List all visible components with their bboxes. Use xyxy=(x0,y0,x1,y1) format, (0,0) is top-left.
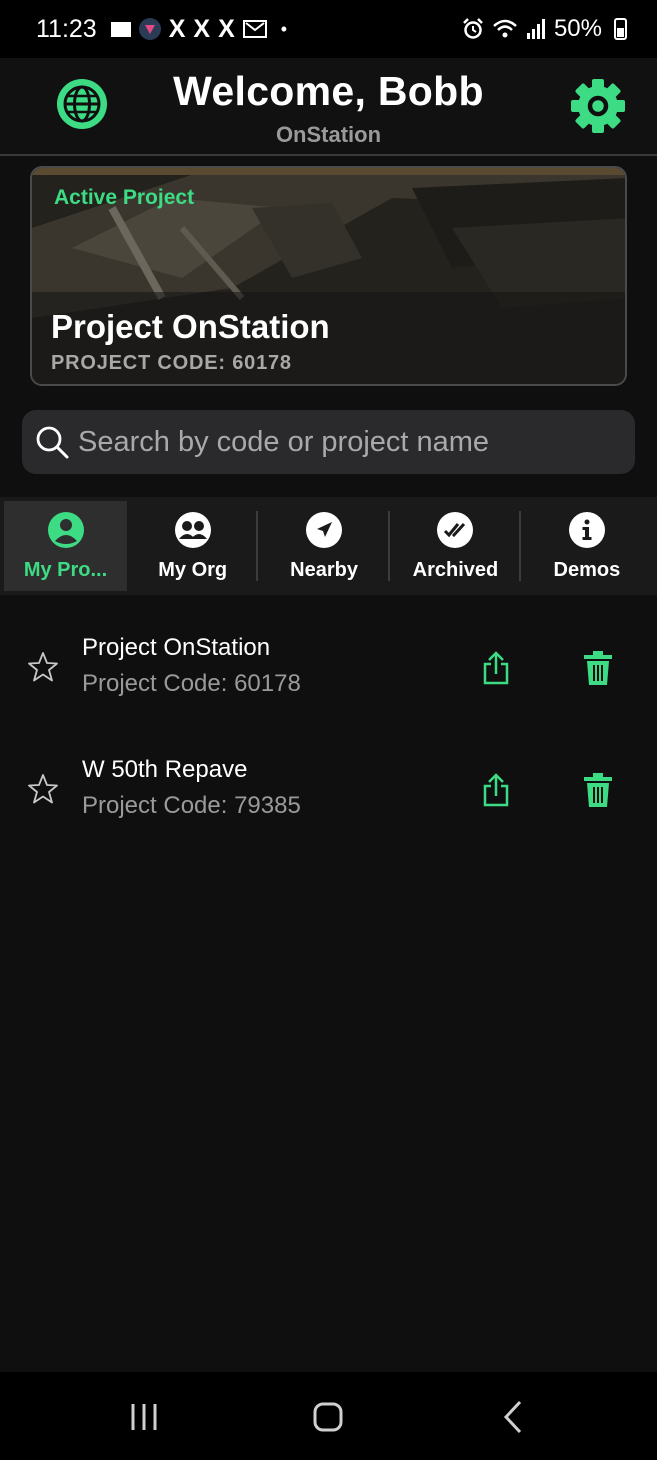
wifi-icon xyxy=(493,19,517,38)
gear-icon[interactable] xyxy=(570,78,626,134)
trash-icon[interactable] xyxy=(583,650,613,686)
recent-apps-icon[interactable] xyxy=(128,1402,160,1432)
active-project-name: Project OnStation xyxy=(51,308,330,345)
active-project-card[interactable]: Active Project Project OnStation PROJECT… xyxy=(30,166,627,386)
tab-label: My Org xyxy=(158,559,228,581)
project-code: Project Code: 79385 xyxy=(82,792,301,819)
x-app-icon: X xyxy=(193,14,211,43)
app-header: Welcome, Bobb OnStation xyxy=(0,58,657,156)
group-icon xyxy=(174,512,211,548)
tab-my-org[interactable]: My Org xyxy=(127,497,259,595)
project-name: Project OnStation xyxy=(82,634,271,661)
home-icon[interactable] xyxy=(312,1402,344,1432)
page-subtitle: OnStation xyxy=(275,122,382,147)
star-icon[interactable] xyxy=(26,772,60,806)
project-filter-tabs: My Pro... My Org Nearby Archived Demos xyxy=(0,497,657,595)
signal-icon xyxy=(526,19,545,39)
tab-label: Nearby xyxy=(290,559,358,581)
x-app-icon: X xyxy=(168,14,186,43)
search-bar xyxy=(22,410,635,474)
tab-label: My Pro... xyxy=(23,559,108,581)
search-icon xyxy=(36,426,69,459)
share-icon[interactable] xyxy=(480,772,512,808)
x-app-icon: X xyxy=(218,14,235,43)
project-name: W 50th Repave xyxy=(82,756,248,783)
status-time: 11:23 xyxy=(36,14,97,43)
app-notification-icon xyxy=(138,18,161,40)
info-icon xyxy=(568,512,605,548)
project-code: Project Code: 60178 xyxy=(82,670,301,697)
navigation-icon xyxy=(306,512,343,548)
status-bar: 11:23 X X X • 50% xyxy=(0,0,657,58)
page-title: Welcome, Bobb xyxy=(173,68,484,114)
alarm-icon xyxy=(463,18,483,39)
tab-label: Demos xyxy=(553,559,621,581)
trash-icon[interactable] xyxy=(583,772,613,808)
battery-icon xyxy=(614,18,627,40)
star-icon[interactable] xyxy=(26,650,60,684)
list-item[interactable]: Project OnStation Project Code: 60178 xyxy=(0,610,657,732)
person-icon xyxy=(47,512,84,548)
tab-demos[interactable]: Demos xyxy=(521,497,652,595)
search-input[interactable] xyxy=(78,425,635,459)
tab-archived[interactable]: Archived xyxy=(390,497,522,595)
active-project-code: PROJECT CODE: 60178 xyxy=(51,352,292,374)
share-icon[interactable] xyxy=(480,650,512,686)
double-check-icon xyxy=(437,512,474,548)
status-bar-right: 50% xyxy=(462,15,627,43)
mail-icon xyxy=(110,21,131,37)
tab-nearby[interactable]: Nearby xyxy=(258,497,390,595)
active-project-label: Active Project xyxy=(54,186,195,209)
back-icon[interactable] xyxy=(500,1400,528,1434)
list-item[interactable]: W 50th Repave Project Code: 79385 xyxy=(0,732,657,854)
system-nav-bar xyxy=(0,1372,657,1460)
project-list: Project OnStation Project Code: 60178 W … xyxy=(0,610,657,854)
tab-label: Archived xyxy=(412,559,499,581)
outlook-icon xyxy=(242,20,267,38)
status-bar-left: 11:23 X X X • xyxy=(36,15,287,44)
battery-percent: 50% xyxy=(553,15,602,42)
tab-my-projects[interactable]: My Pro... xyxy=(4,501,127,591)
more-notifications-dot: • xyxy=(280,18,288,39)
